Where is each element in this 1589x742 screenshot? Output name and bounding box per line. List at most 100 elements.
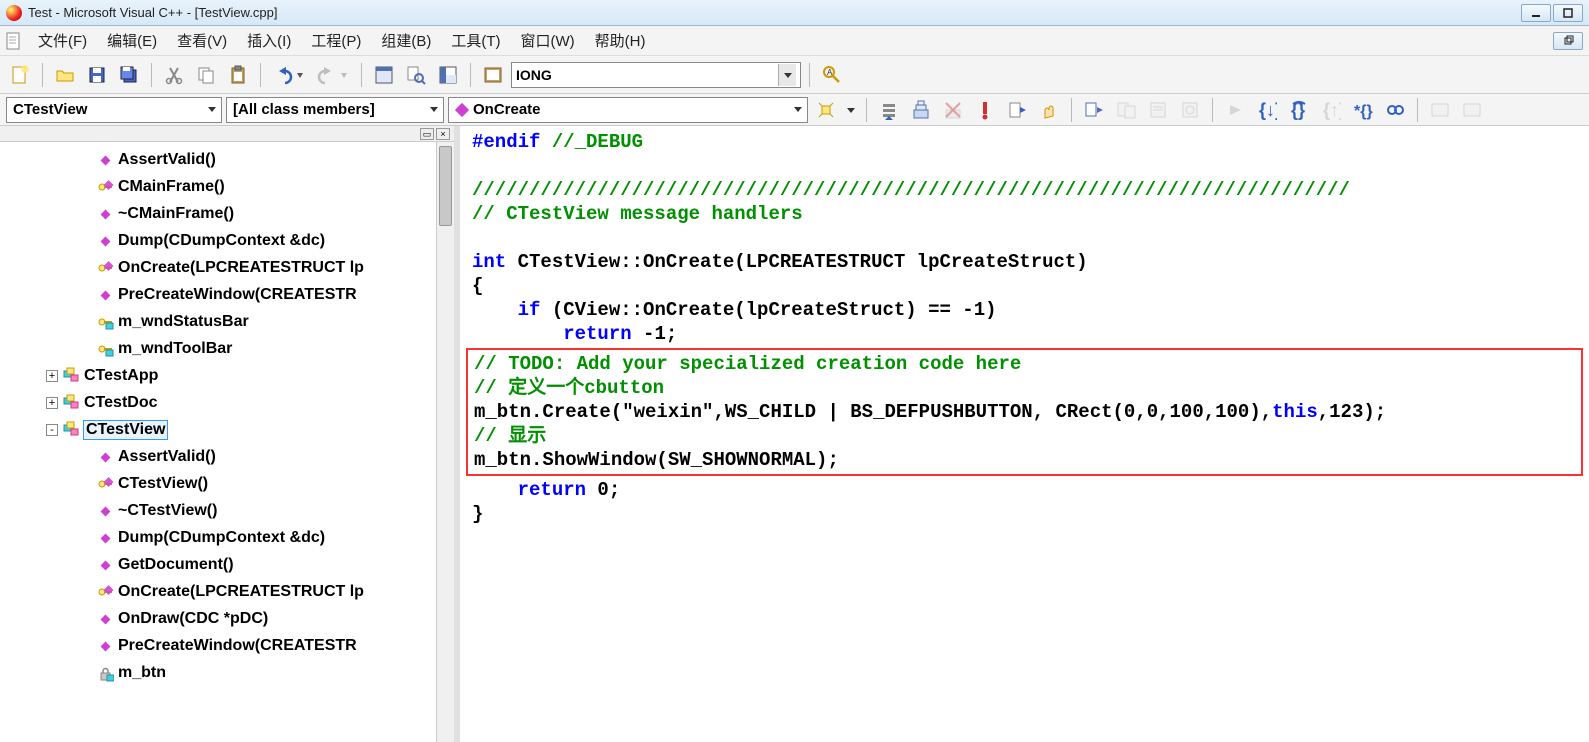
tree-item-label[interactable]: CTestView	[84, 421, 167, 439]
tree-item-label[interactable]: Dump(CDumpContext &dc)	[118, 232, 325, 250]
menu-tools[interactable]: 工具(T)	[441, 26, 510, 55]
chevron-down-icon[interactable]	[778, 64, 796, 86]
tree-expand-button[interactable]: -	[46, 424, 58, 436]
mdi-restore-button[interactable]	[1553, 32, 1583, 50]
undo-button[interactable]	[269, 61, 309, 89]
tree-item-label[interactable]: Dump(CDumpContext &dc)	[118, 529, 325, 547]
wizard-action-button[interactable]	[812, 96, 840, 124]
variables-window-button[interactable]	[1458, 96, 1486, 124]
tree-item-label[interactable]: ~CTestView()	[118, 502, 217, 520]
run-to-cursor-button[interactable]: *{}	[1349, 96, 1377, 124]
chevron-down-icon[interactable]	[429, 101, 439, 118]
breakpoint-hand-button[interactable]	[1035, 96, 1063, 124]
tree-expand-button[interactable]: +	[46, 397, 58, 409]
menu-edit[interactable]: 编辑(E)	[97, 26, 167, 55]
stop-build-button[interactable]	[939, 96, 967, 124]
tool-d-button[interactable]	[1176, 96, 1204, 124]
cut-button[interactable]	[160, 61, 188, 89]
step-over-button[interactable]: {}	[1285, 96, 1313, 124]
panel-close-button[interactable]: ×	[436, 128, 450, 140]
search-combo[interactable]: IONG	[511, 62, 801, 88]
tree-node[interactable]: OnCreate(LPCREATESTRUCT lp	[4, 254, 454, 281]
new-file-button[interactable]	[6, 61, 34, 89]
tree-node[interactable]: PreCreateWindow(CREATESTR	[4, 281, 454, 308]
menu-insert[interactable]: 插入(I)	[237, 26, 301, 55]
tree-item-label[interactable]: OnCreate(LPCREATESTRUCT lp	[118, 259, 364, 277]
panel-dock-button[interactable]: ▭	[420, 128, 434, 140]
redo-button[interactable]	[313, 61, 353, 89]
build-button[interactable]	[907, 96, 935, 124]
tree-item-label[interactable]: ~CMainFrame()	[118, 205, 234, 223]
tree-node[interactable]: ~CMainFrame()	[4, 200, 454, 227]
scroll-thumb[interactable]	[439, 146, 452, 226]
wizard-dropdown[interactable]	[844, 96, 858, 124]
tree-node[interactable]: m_btn	[4, 659, 454, 686]
tree-item-label[interactable]: CTestView()	[118, 475, 208, 493]
step-out-button[interactable]: {↑}	[1317, 96, 1345, 124]
tree-node[interactable]: OnDraw(CDC *pDC)	[4, 605, 454, 632]
tree-node[interactable]: m_wndStatusBar	[4, 308, 454, 335]
save-all-button[interactable]	[115, 61, 143, 89]
execute-button[interactable]	[971, 96, 999, 124]
tool-b-button[interactable]	[1112, 96, 1140, 124]
menu-window[interactable]: 窗口(W)	[510, 26, 584, 55]
menu-view[interactable]: 查看(V)	[167, 26, 237, 55]
save-button[interactable]	[83, 61, 111, 89]
tree-item-label[interactable]: CTestDoc	[84, 394, 158, 412]
code-editor[interactable]: #endif //_DEBUG ////////////////////////…	[460, 126, 1589, 742]
tree-node[interactable]: AssertValid()	[4, 146, 454, 173]
class-tree[interactable]: AssertValid() CMainFrame() ~CMainFrame() Du…	[0, 142, 454, 742]
chevron-down-icon[interactable]	[793, 101, 803, 118]
tree-item-label[interactable]: m_wndToolBar	[118, 340, 232, 358]
compile-button[interactable]	[875, 96, 903, 124]
tree-node[interactable]: CTestView()	[4, 470, 454, 497]
tree-item-label[interactable]: PreCreateWindow(CREATESTR	[118, 286, 357, 304]
minimize-button[interactable]	[1521, 4, 1551, 22]
class-combo[interactable]: CTestView	[6, 97, 222, 123]
find-in-files-button[interactable]	[402, 61, 430, 89]
tree-item-label[interactable]: CMainFrame()	[118, 178, 225, 196]
tree-node[interactable]: CMainFrame()	[4, 173, 454, 200]
workspace-button[interactable]	[370, 61, 398, 89]
tree-node[interactable]: + CTestDoc	[4, 389, 454, 416]
tree-node[interactable]: GetDocument()	[4, 551, 454, 578]
tree-node[interactable]: - CTestView	[4, 416, 454, 443]
tree-node[interactable]: m_wndToolBar	[4, 335, 454, 362]
copy-button[interactable]	[192, 61, 220, 89]
tree-item-label[interactable]: PreCreateWindow(CREATESTR	[118, 637, 357, 655]
tree-node[interactable]: PreCreateWindow(CREATESTR	[4, 632, 454, 659]
tree-scrollbar[interactable]	[436, 142, 454, 742]
output-window-button[interactable]	[434, 61, 462, 89]
menu-project[interactable]: 工程(P)	[301, 26, 371, 55]
tree-item-label[interactable]: AssertValid()	[118, 448, 216, 466]
members-combo[interactable]: [All class members]	[226, 97, 444, 123]
chevron-down-icon[interactable]	[207, 101, 217, 118]
tree-node[interactable]: AssertValid()	[4, 443, 454, 470]
tree-node[interactable]: Dump(CDumpContext &dc)	[4, 227, 454, 254]
tree-node[interactable]: Dump(CDumpContext &dc)	[4, 524, 454, 551]
tree-node[interactable]: OnCreate(LPCREATESTRUCT lp	[4, 578, 454, 605]
menu-file[interactable]: 文件(F)	[28, 26, 97, 55]
watch-window-button[interactable]	[1426, 96, 1454, 124]
find-button[interactable]: A	[818, 61, 846, 89]
tool-a-button[interactable]	[1080, 96, 1108, 124]
paste-button[interactable]	[224, 61, 252, 89]
quick-watch-button[interactable]	[1381, 96, 1409, 124]
tree-node[interactable]: ~CTestView()	[4, 497, 454, 524]
tree-item-label[interactable]: OnDraw(CDC *pDC)	[118, 610, 268, 628]
tree-item-label[interactable]: CTestApp	[84, 367, 158, 385]
tree-expand-button[interactable]: +	[46, 370, 58, 382]
tile-button[interactable]	[479, 61, 507, 89]
maximize-button[interactable]	[1553, 4, 1583, 22]
tree-node[interactable]: + CTestApp	[4, 362, 454, 389]
tool-c-button[interactable]	[1144, 96, 1172, 124]
tree-item-label[interactable]: OnCreate(LPCREATESTRUCT lp	[118, 583, 364, 601]
menu-build[interactable]: 组建(B)	[371, 26, 441, 55]
step-into-button[interactable]: {↓}	[1253, 96, 1281, 124]
go-button[interactable]	[1003, 96, 1031, 124]
restart-debug-button[interactable]	[1221, 96, 1249, 124]
tree-item-label[interactable]: AssertValid()	[118, 151, 216, 169]
open-button[interactable]	[51, 61, 79, 89]
tree-item-label[interactable]: GetDocument()	[118, 556, 234, 574]
menu-help[interactable]: 帮助(H)	[585, 26, 656, 55]
